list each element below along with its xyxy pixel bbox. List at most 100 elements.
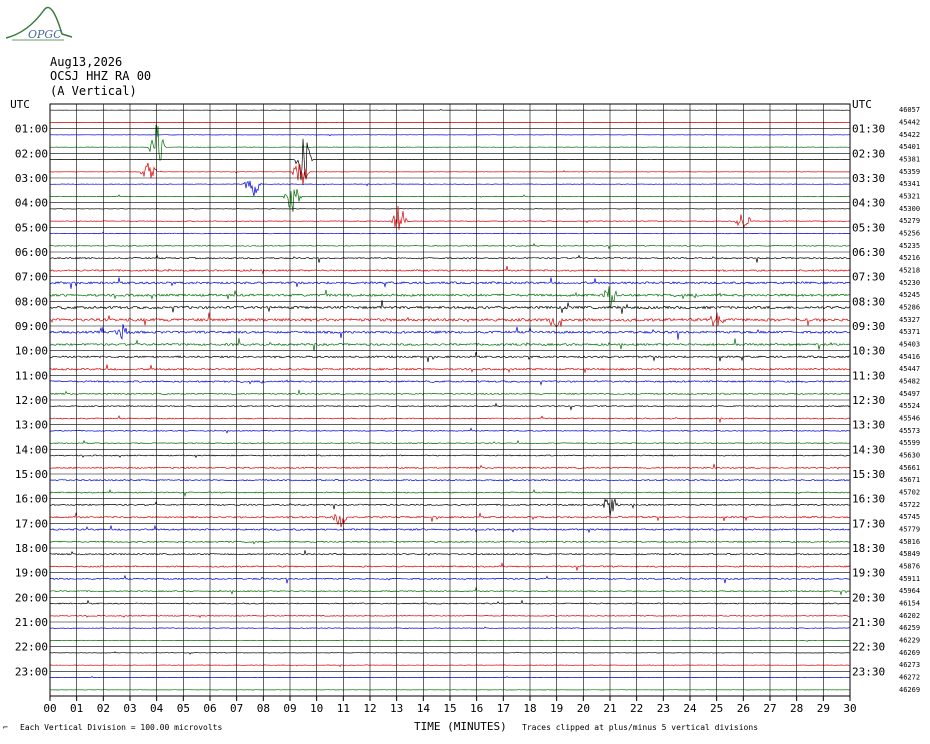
left-hour-label: 14:00	[15, 443, 48, 456]
trace-count-label: 45524	[899, 402, 920, 410]
left-hour-label: 08:00	[15, 295, 48, 308]
logo-text: OPGC	[28, 28, 62, 41]
right-hour-label: 14:30	[852, 443, 885, 456]
left-hour-label: 01:00	[15, 123, 48, 136]
x-tick-label: 28	[790, 702, 803, 715]
right-hour-label: 13:30	[852, 419, 885, 432]
right-hour-label: 21:30	[852, 616, 885, 629]
left-hour-label: 19:00	[15, 567, 48, 580]
trace-count-label: 45546	[899, 415, 920, 423]
trace-count-label: 45661	[899, 464, 920, 472]
trace-count-label: 45779	[899, 526, 920, 534]
x-tick-label: 19	[550, 702, 563, 715]
right-hour-label: 19:30	[852, 567, 885, 580]
right-hour-label: 05:30	[852, 221, 885, 234]
footer-right-note: Traces clipped at plus/minus 5 vertical …	[522, 723, 759, 732]
trace-count-label: 46269	[899, 686, 920, 694]
trace-count-label: 46272	[899, 674, 920, 682]
x-tick-label: 05	[177, 702, 190, 715]
left-hour-label: 15:00	[15, 468, 48, 481]
left-hour-label: 20:00	[15, 591, 48, 604]
right-hour-label: 02:30	[852, 147, 885, 160]
right-hour-label: 12:30	[852, 394, 885, 407]
trace-count-label: 46057	[899, 106, 920, 114]
left-hour-label: 16:00	[15, 493, 48, 506]
trace-count-label: 45230	[899, 279, 920, 287]
trace-count-label: 45218	[899, 267, 920, 275]
header-station: OCSJ HHZ RA 00	[50, 69, 152, 83]
trace-count-label: 45816	[899, 538, 920, 546]
x-tick-label: 02	[97, 702, 110, 715]
trace-count-label: 45401	[899, 143, 920, 151]
left-hour-label: 12:00	[15, 394, 48, 407]
right-hour-label: 03:30	[852, 172, 885, 185]
trace-count-label: 45416	[899, 353, 920, 361]
trace-count-label: 45256	[899, 230, 920, 238]
right-hour-label: 11:30	[852, 369, 885, 382]
right-hour-label: 17:30	[852, 517, 885, 530]
right-hour-label: 20:30	[852, 591, 885, 604]
trace-count-label: 45964	[899, 587, 920, 595]
x-tick-label: 03	[123, 702, 136, 715]
trace-count-label: 46273	[899, 661, 920, 669]
trace-count-label: 46259	[899, 624, 920, 632]
x-tick-label: 07	[230, 702, 243, 715]
left-hour-label: 02:00	[15, 147, 48, 160]
x-tick-label: 29	[817, 702, 830, 715]
x-tick-label: 08	[257, 702, 270, 715]
right-hour-label: 04:30	[852, 197, 885, 210]
x-tick-label: 30	[843, 702, 856, 715]
right-hour-label: UTC	[852, 98, 872, 111]
left-hour-label: 06:00	[15, 246, 48, 259]
trace-count-label: 45745	[899, 513, 920, 521]
trace-count-label: 45359	[899, 168, 920, 176]
x-tick-label: 01	[70, 702, 83, 715]
x-tick-label: 27	[763, 702, 776, 715]
trace-count-label: 45321	[899, 193, 920, 201]
left-hour-label: 18:00	[15, 542, 48, 555]
left-hour-label: 17:00	[15, 517, 48, 530]
trace-count-label: 45573	[899, 427, 920, 435]
trace-count-label: 45671	[899, 476, 920, 484]
opgc-logo: OPGC	[5, 6, 73, 41]
trace-count-label: 45497	[899, 390, 920, 398]
right-hour-label: 16:30	[852, 493, 885, 506]
right-hour-label: 10:30	[852, 345, 885, 358]
x-tick-label: 23	[657, 702, 670, 715]
trace-count-label: 46269	[899, 649, 920, 657]
helicorder-plot: UTC 01:00 02:00 03:00 04:00 05:00 06:00 07:00 08…	[10, 98, 920, 715]
header-component: (A Vertical)	[50, 84, 137, 98]
trace-count-label: 45849	[899, 550, 920, 558]
left-hour-label: 11:00	[15, 369, 48, 382]
x-tick-label: 09	[283, 702, 296, 715]
x-tick-label: 18	[523, 702, 536, 715]
trace-count-label: 46229	[899, 637, 920, 645]
trace-count-label: 45235	[899, 242, 920, 250]
x-tick-label: 13	[390, 702, 403, 715]
trace-count-label: 45341	[899, 180, 920, 188]
left-hour-label: 07:00	[15, 271, 48, 284]
x-tick-label: 15	[443, 702, 456, 715]
x-tick-label: 25	[710, 702, 723, 715]
right-hour-label: 06:30	[852, 246, 885, 259]
x-tick-label: 20	[577, 702, 590, 715]
trace-count-label: 45371	[899, 328, 920, 336]
x-tick-label: 24	[683, 702, 697, 715]
x-axis-label: TIME (MINUTES)	[414, 720, 507, 733]
x-tick-label: 14	[417, 702, 431, 715]
right-hour-label: 08:30	[852, 295, 885, 308]
x-tick-label: 10	[310, 702, 323, 715]
trace-count-label: 45300	[899, 205, 920, 213]
trace-count-label: 45482	[899, 378, 920, 386]
right-hour-label: 01:30	[852, 123, 885, 136]
x-tick-label: 22	[630, 702, 643, 715]
right-hour-label: 22:30	[852, 641, 885, 654]
x-tick-label: 12	[363, 702, 376, 715]
right-hour-label: 07:30	[852, 271, 885, 284]
x-tick-label: 16	[470, 702, 483, 715]
x-tick-label: 04	[150, 702, 164, 715]
trace-count-label: 45381	[899, 156, 920, 164]
trace-count-label: 45327	[899, 316, 920, 324]
x-tick-label: 17	[497, 702, 510, 715]
left-hour-label: 05:00	[15, 221, 48, 234]
